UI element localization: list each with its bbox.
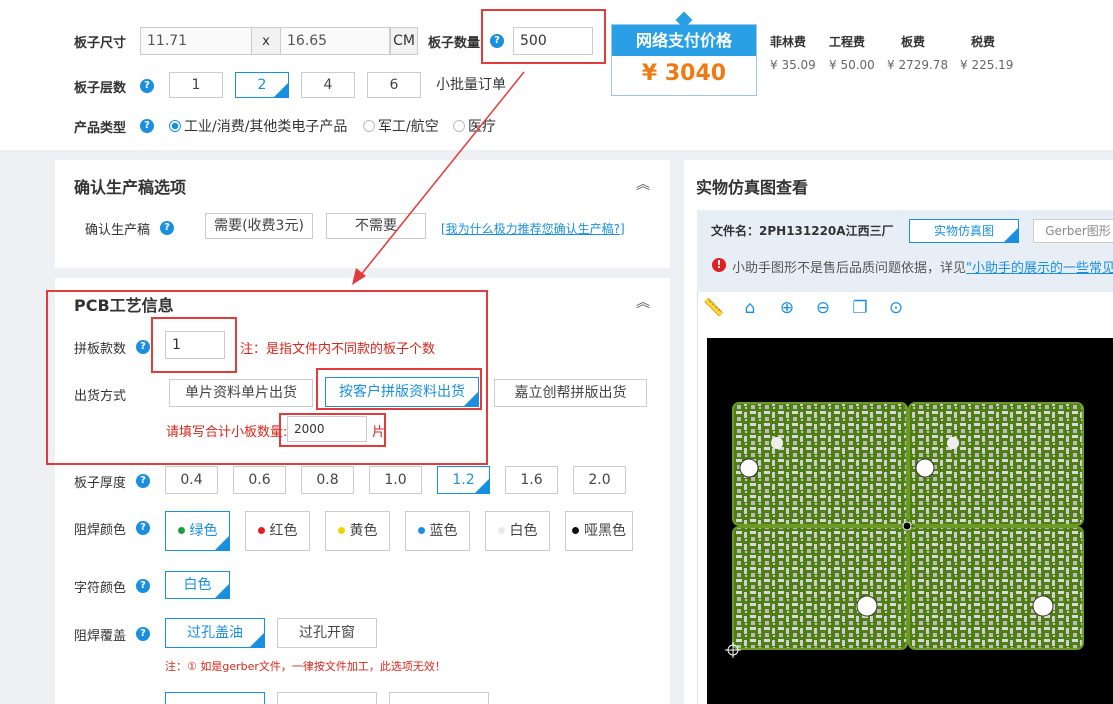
tab-sim-view-label: 实物仿真图: [933, 224, 994, 238]
check-icon: ✓: [469, 388, 477, 398]
preview-warning: 小助手图形不是售后品质问题依据，详见"小助手的展示的一些常见: [732, 257, 1113, 276]
zoom-in-icon[interactable]: ⊕: [776, 297, 798, 319]
check-icon: ✓: [220, 527, 228, 537]
check-icon: ✓: [480, 476, 488, 486]
pcb-render-canvas[interactable]: [707, 338, 1113, 704]
file-name: 文件名：2PH131220A江西三厂: [711, 224, 894, 238]
check-icon: ✓: [255, 629, 263, 639]
tab-sim-view[interactable]: 实物仿真图 ✓: [909, 219, 1019, 243]
copy-icon[interactable]: ❐: [849, 297, 871, 319]
check-icon: ✓: [220, 581, 228, 591]
ruler-icon[interactable]: 📏: [703, 297, 725, 319]
warning-icon: !: [712, 258, 726, 272]
pointer-icon[interactable]: ⊙: [885, 297, 907, 319]
preview-warning-text: 小助手图形不是售后品质问题依据，详见: [732, 261, 967, 276]
check-icon: ✓: [1009, 227, 1017, 237]
pcb-render-image: [725, 402, 1084, 658]
zoom-out-icon[interactable]: ⊖: [812, 297, 834, 319]
preview-warning-link[interactable]: "小助手的展示的一些常见: [966, 261, 1113, 276]
preview-title: 实物仿真图查看: [696, 178, 809, 197]
home-icon[interactable]: ⌂: [739, 297, 761, 319]
tab-gerber-view[interactable]: Gerber图形: [1033, 219, 1113, 243]
check-icon: ✓: [279, 81, 287, 91]
